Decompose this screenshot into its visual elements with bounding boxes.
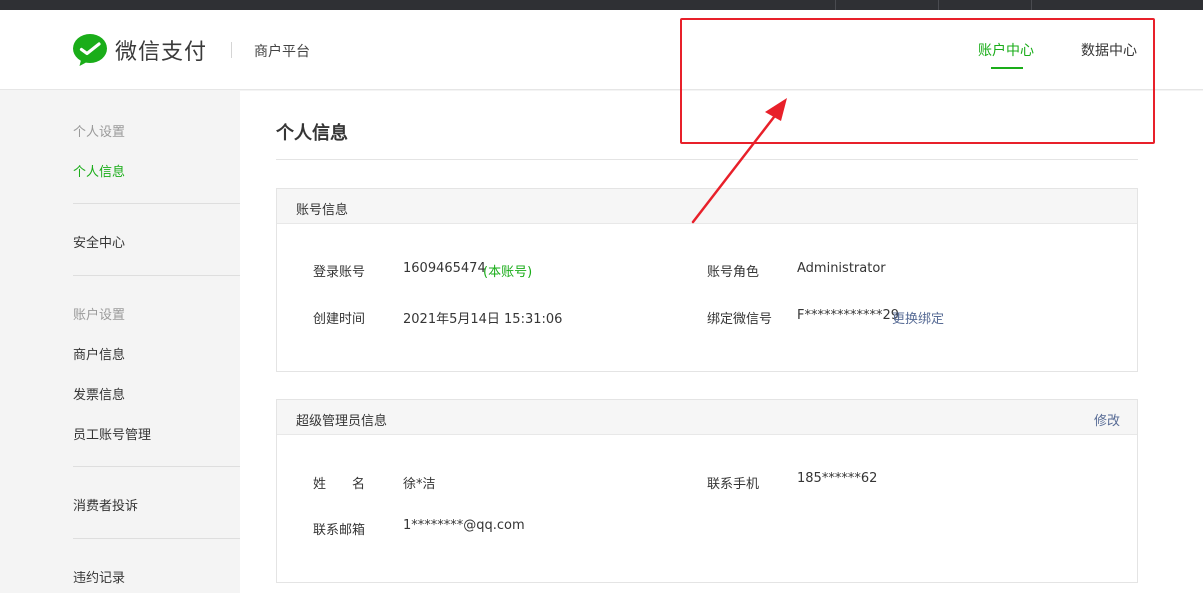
main-content: 个人信息 账号信息 登录账号 1609465474 (本账号) 账号角色 Adm… — [240, 91, 1203, 593]
bound-wechat-label: 绑定微信号 — [707, 312, 773, 327]
name-value: 徐*洁 — [403, 477, 436, 492]
card-header: 超级管理员信息 修改 — [277, 400, 1137, 435]
sidebar-item-security-center[interactable]: 安全中心 — [73, 232, 125, 251]
sidebar-divider — [73, 466, 240, 467]
sidebar: 个人设置 个人信息 安全中心 账户设置 商户信息 发票信息 员工账号管理 消费者… — [0, 91, 240, 593]
card-title: 账号信息 — [296, 203, 349, 218]
edit-admin-button[interactable]: 修改 — [1094, 410, 1120, 429]
top-bar-divider — [1031, 0, 1032, 10]
sidebar-item-consumer-complaints[interactable]: 消费者投诉 — [73, 495, 138, 514]
created-time-label: 创建时间 — [313, 312, 366, 327]
annotation-highlight-box — [680, 18, 1155, 144]
login-account-value: 1609465474 — [403, 261, 486, 276]
email-value: 1********@qq.com — [403, 518, 525, 533]
account-role-value: Administrator — [797, 261, 886, 276]
sidebar-item-staff-accounts[interactable]: 员工账号管理 — [73, 424, 151, 443]
title-divider — [276, 159, 1138, 160]
phone-value: 185******62 — [797, 471, 878, 486]
login-account-label: 登录账号 — [313, 265, 366, 280]
bound-wechat-value: F************29 — [797, 308, 900, 323]
top-bar — [0, 0, 1203, 10]
change-binding-link[interactable]: 更换绑定 — [892, 308, 944, 327]
page-title: 个人信息 — [276, 123, 348, 144]
sidebar-group-account-settings: 账户设置 — [73, 308, 126, 323]
account-info-card: 账号信息 登录账号 1609465474 (本账号) 账号角色 Administ… — [276, 188, 1138, 372]
brand-name: 微信支付 — [115, 40, 208, 65]
sidebar-divider — [73, 275, 240, 276]
sidebar-item-merchant-info[interactable]: 商户信息 — [73, 344, 125, 363]
brand-divider — [231, 42, 232, 58]
sidebar-divider — [73, 203, 240, 204]
sidebar-divider — [73, 538, 240, 539]
card-title: 超级管理员信息 — [296, 414, 388, 429]
email-label: 联系邮箱 — [313, 523, 366, 538]
created-time-value: 2021年5月14日 15:31:06 — [403, 312, 563, 327]
top-bar-divider — [938, 0, 939, 10]
sidebar-item-violation-records[interactable]: 违约记录 — [73, 567, 125, 586]
platform-name: 商户平台 — [254, 44, 310, 60]
wechat-pay-logo-icon[interactable] — [72, 33, 108, 67]
super-admin-card: 超级管理员信息 修改 姓 名 徐*洁 联系手机 185******62 联系邮箱… — [276, 399, 1138, 583]
sidebar-item-invoice-info[interactable]: 发票信息 — [73, 384, 125, 403]
top-bar-divider — [835, 0, 836, 10]
name-label: 姓 名 — [313, 477, 366, 492]
current-account-tag: (本账号) — [483, 265, 533, 280]
card-header: 账号信息 — [277, 189, 1137, 224]
sidebar-item-personal-info[interactable]: 个人信息 — [73, 161, 125, 180]
account-role-label: 账号角色 — [707, 265, 760, 280]
sidebar-group-personal-settings: 个人设置 — [73, 125, 126, 140]
phone-label: 联系手机 — [707, 477, 760, 492]
